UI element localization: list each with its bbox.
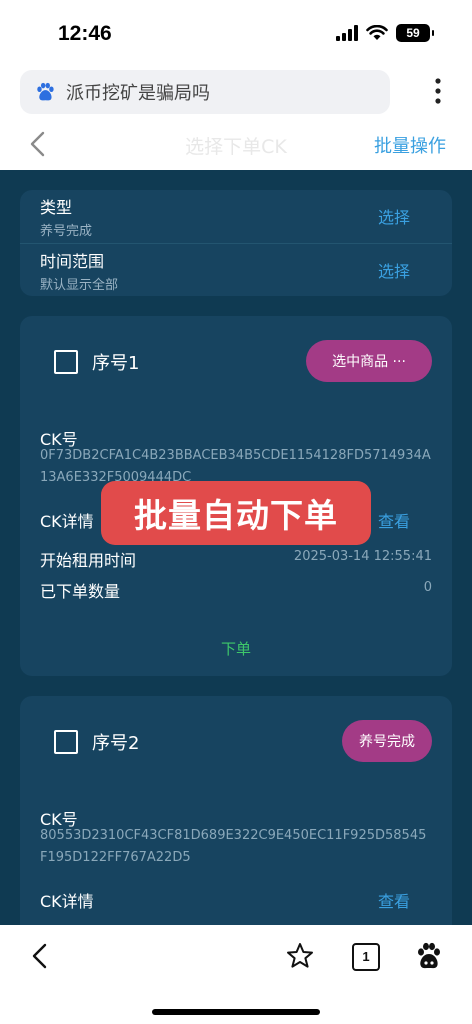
browser-bottom-toolbar: 1 bbox=[0, 925, 472, 1024]
selected-product-button[interactable]: 选中商品 ··· bbox=[306, 340, 432, 382]
ck-detail-label-1: CK详情 bbox=[40, 512, 94, 531]
batch-auto-order-banner: 批量自动下单 bbox=[101, 481, 371, 545]
filter-time-select-button[interactable]: 选择 bbox=[378, 258, 410, 282]
address-search-box[interactable]: 派币挖矿是骗局吗 bbox=[20, 70, 390, 114]
order-card-2: 序号2 养号完成 CK号 80553D2310CF43CF81D689E322C… bbox=[20, 696, 452, 925]
status-time: 12:46 bbox=[58, 22, 112, 45]
rent-start-label: 开始租用时间 bbox=[40, 551, 137, 570]
status-icons: 59 bbox=[336, 24, 434, 42]
baidu-home-icon[interactable] bbox=[414, 941, 444, 971]
ck-detail-view-button-1[interactable]: 查看 bbox=[378, 508, 410, 532]
baidu-paw-icon bbox=[37, 82, 54, 101]
filter-time-row: 时间范围 默认显示全部 选择 bbox=[20, 243, 452, 296]
status-badge: 养号完成 bbox=[342, 720, 432, 762]
status-bar: 12:46 59 bbox=[0, 0, 472, 68]
home-indicator bbox=[152, 1009, 320, 1015]
browser-bar: 派币挖矿是骗局吗 bbox=[0, 68, 472, 118]
content-area[interactable]: 类型 养号完成 选择 时间范围 默认显示全部 选择 序号1 选中商品 ··· C… bbox=[0, 170, 472, 925]
filter-time-label: 时间范围 bbox=[40, 252, 105, 271]
ordered-count-label: 已下单数量 bbox=[40, 582, 121, 601]
filter-type-label: 类型 bbox=[40, 198, 73, 217]
ck-detail-view-button-2[interactable]: 查看 bbox=[378, 888, 410, 912]
order-seq-1: 序号1 bbox=[92, 353, 140, 374]
place-order-button[interactable]: 下单 bbox=[20, 638, 452, 659]
order-checkbox-2[interactable] bbox=[54, 730, 78, 754]
filter-time-value: 默认显示全部 bbox=[40, 278, 119, 293]
batch-operation-button[interactable]: 批量操作 bbox=[374, 132, 446, 158]
filter-type-select-button[interactable]: 选择 bbox=[378, 204, 410, 228]
filter-type-row: 类型 养号完成 选择 bbox=[20, 190, 452, 242]
ck-number-value-2: 80553D2310CF43CF81D689E322C9E450EC11F925… bbox=[40, 828, 427, 865]
filter-card: 类型 养号完成 选择 时间范围 默认显示全部 选择 bbox=[20, 190, 452, 296]
tabs-count-button[interactable]: 1 bbox=[352, 943, 380, 971]
address-search-text: 派币挖矿是骗局吗 bbox=[66, 83, 210, 104]
filter-type-value: 养号完成 bbox=[40, 224, 93, 239]
ck-detail-label-2: CK详情 bbox=[40, 892, 94, 911]
order-checkbox-1[interactable] bbox=[54, 350, 78, 374]
ordered-count-value: 0 bbox=[423, 580, 432, 595]
star-bookmark-icon[interactable] bbox=[285, 941, 315, 971]
wifi-icon bbox=[366, 25, 388, 40]
page-nav-bar: 选择下单CK 批量操作 bbox=[0, 118, 472, 170]
more-menu-icon[interactable] bbox=[428, 76, 448, 106]
cellular-signal-icon bbox=[336, 25, 358, 41]
back-icon[interactable] bbox=[26, 941, 56, 971]
battery-icon: 59 bbox=[396, 24, 434, 42]
rent-start-value: 2025-03-14 12:55:41 bbox=[293, 549, 432, 564]
order-seq-2: 序号2 bbox=[92, 733, 140, 754]
